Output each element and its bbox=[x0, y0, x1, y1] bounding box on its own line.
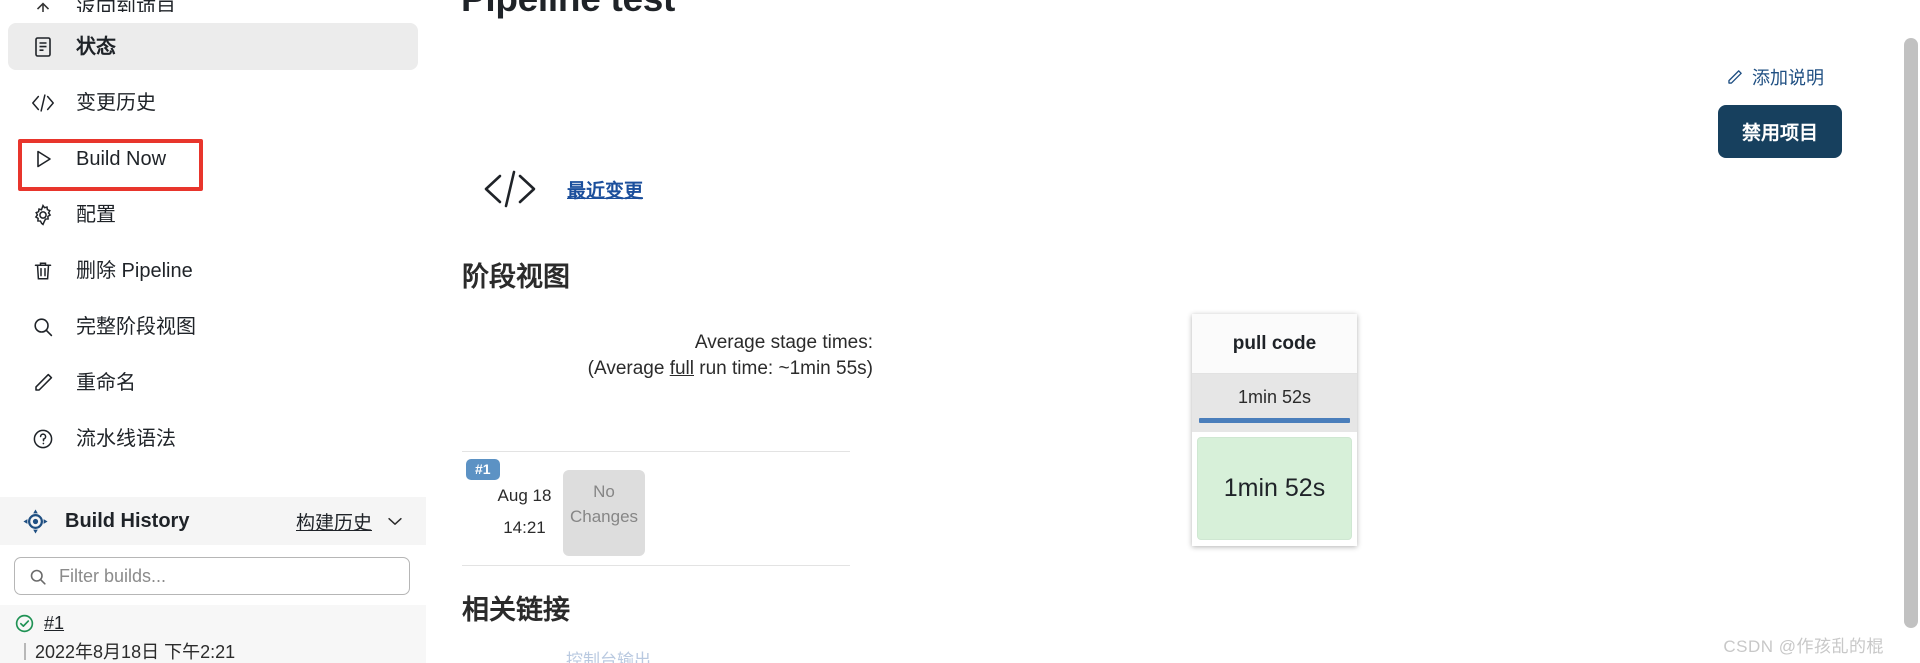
csdn-watermark: CSDN @作孩乱的棍 bbox=[1723, 637, 1884, 656]
build-date-text: 2022年8月18日 下午2:21 bbox=[35, 642, 236, 662]
disable-project-button[interactable]: 禁用项目 bbox=[1717, 105, 1842, 158]
sidebar-item-pipeline-syntax[interactable]: 流水线语法 bbox=[8, 415, 418, 462]
sidebar-item-status-label: 状态 bbox=[76, 35, 116, 58]
stage-view-heading: 阶段视图 bbox=[462, 262, 570, 292]
stage-view-divider-bottom bbox=[462, 565, 850, 566]
sidebar-item-delete-pipeline-label: 删除 Pipeline bbox=[76, 259, 193, 282]
sidebar-item-back-to-project[interactable]: 返回到项目 bbox=[0, 0, 426, 12]
sidebar: 返回到项目 状态 变更历史 Build Now 配置 删除 Pipeline 完… bbox=[0, 0, 426, 663]
timeline-tick bbox=[24, 642, 26, 660]
build-filter-input[interactable] bbox=[57, 564, 409, 588]
build-filter-container[interactable] bbox=[14, 557, 410, 595]
related-links-partial-item[interactable]: 控制台输出 bbox=[566, 646, 651, 663]
sidebar-item-build-now-label: Build Now bbox=[76, 147, 167, 170]
gear-icon bbox=[30, 202, 56, 228]
average-full-run-time: (Average full run time: ~1min 55s) bbox=[462, 356, 873, 382]
build-number-link[interactable]: #1 bbox=[44, 613, 64, 634]
avg-run-prefix: (Average bbox=[587, 358, 670, 380]
jenkins-logo-icon bbox=[22, 508, 49, 535]
vertical-scrollbar-thumb[interactable] bbox=[1904, 38, 1918, 628]
page-title: Pipeline test bbox=[461, 0, 675, 20]
run-changes-line1: No bbox=[593, 482, 615, 501]
sidebar-item-build-now[interactable]: Build Now bbox=[8, 135, 418, 182]
add-description-button[interactable]: 添加说明 bbox=[1725, 64, 1824, 90]
code-brackets-icon bbox=[481, 168, 539, 210]
question-circle-icon bbox=[30, 426, 56, 452]
build-history-link[interactable]: 构建历史 bbox=[296, 508, 372, 535]
sidebar-item-pipeline-syntax-label: 流水线语法 bbox=[76, 427, 176, 450]
stage-view-run-row: #1 Aug 18 14:21 No Changes bbox=[466, 459, 645, 556]
build-history-row-date: 2022年8月18日 下午2:21 bbox=[14, 638, 426, 663]
stage-column-pull-code[interactable]: pull code 1min 52s 1min 52s bbox=[1192, 314, 1357, 546]
document-status-icon bbox=[30, 34, 56, 60]
build-history-filter-wrap bbox=[0, 545, 426, 605]
average-stage-times-label: Average stage times: bbox=[694, 332, 873, 353]
success-check-icon bbox=[14, 613, 35, 634]
build-history-panel: Build History 构建历史 Filter builds... #1 2… bbox=[0, 497, 426, 663]
sidebar-item-status[interactable]: 状态 bbox=[8, 23, 418, 70]
run-date-cell[interactable]: Aug 18 14:21 bbox=[486, 470, 563, 556]
sidebar-item-configure[interactable]: 配置 bbox=[8, 191, 418, 238]
trash-icon bbox=[30, 258, 56, 284]
stage-duration-bar bbox=[1199, 418, 1350, 423]
app-root: 返回到项目 状态 变更历史 Build Now 配置 删除 Pipeline 完… bbox=[0, 0, 1920, 663]
sidebar-item-full-stage-view[interactable]: 完整阶段视图 bbox=[8, 303, 418, 350]
build-history-title: Build History bbox=[65, 509, 190, 532]
vertical-scrollbar-track[interactable] bbox=[1901, 0, 1920, 663]
sidebar-item-change-history[interactable]: 变更历史 bbox=[8, 79, 418, 126]
run-changes-cell[interactable]: No Changes bbox=[563, 470, 645, 556]
run-number-badge[interactable]: #1 bbox=[466, 459, 500, 480]
stage-view-table: Average stage times: (Average full run t… bbox=[462, 330, 882, 382]
run-date-line2: 14:21 bbox=[503, 518, 546, 538]
sidebar-nav-list: 状态 变更历史 Build Now 配置 删除 Pipeline 完整阶段视图 … bbox=[0, 23, 426, 462]
arrow-up-icon bbox=[30, 0, 56, 12]
sidebar-item-back-to-project-row[interactable]: 返回到项目 bbox=[8, 0, 418, 12]
search-icon bbox=[28, 567, 48, 587]
add-description-label: 添加说明 bbox=[1752, 68, 1824, 88]
recent-changes-row[interactable]: 最近变更 bbox=[481, 168, 643, 210]
sidebar-item-full-stage-view-label: 完整阶段视图 bbox=[76, 315, 196, 338]
avg-run-suffix: run time: ~1min 55s) bbox=[694, 358, 873, 380]
run-cells: Aug 18 14:21 No Changes bbox=[486, 470, 645, 556]
average-stage-times: Average stage times: (Average full run t… bbox=[462, 330, 882, 382]
sidebar-item-rename-label: 重命名 bbox=[76, 371, 136, 394]
stage-column-average: 1min 52s bbox=[1192, 374, 1357, 432]
stage-column-average-text: 1min 52s bbox=[1237, 387, 1312, 407]
build-history-rows: #1 2022年8月18日 下午2:21 bbox=[0, 605, 426, 663]
pencil-icon bbox=[30, 370, 56, 396]
build-history-header: Build History 构建历史 bbox=[0, 497, 426, 545]
sidebar-item-configure-label: 配置 bbox=[76, 203, 116, 226]
stage-run-cell[interactable]: 1min 52s bbox=[1197, 437, 1352, 540]
stage-view-divider-top bbox=[462, 451, 850, 452]
sidebar-item-rename[interactable]: 重命名 bbox=[8, 359, 418, 406]
related-links-heading: 相关链接 bbox=[462, 595, 570, 625]
run-date-line1: Aug 18 bbox=[497, 486, 552, 505]
avg-run-underlined: full bbox=[669, 358, 694, 380]
code-brackets-icon bbox=[30, 90, 56, 116]
play-triangle-icon bbox=[30, 146, 56, 172]
magnifier-icon bbox=[30, 314, 56, 340]
chevron-down-icon[interactable] bbox=[384, 510, 406, 532]
pencil-icon bbox=[1725, 68, 1744, 87]
main-content: Pipeline test 添加说明 禁用项目 最近变更 阶段视图 bbox=[426, 0, 1920, 663]
stage-column-name: pull code bbox=[1192, 314, 1357, 374]
build-history-row[interactable]: #1 2022年8月18日 下午2:21 bbox=[0, 605, 426, 663]
build-history-header-right: 构建历史 bbox=[296, 508, 406, 535]
sidebar-item-delete-pipeline[interactable]: 删除 Pipeline bbox=[8, 247, 418, 294]
run-changes-line2: Changes bbox=[569, 506, 639, 526]
recent-changes-link[interactable]: 最近变更 bbox=[567, 176, 643, 203]
sidebar-item-back-to-project-label: 返回到项目 bbox=[76, 0, 176, 12]
sidebar-item-change-history-label: 变更历史 bbox=[76, 91, 156, 114]
build-history-row-top: #1 bbox=[14, 611, 426, 635]
